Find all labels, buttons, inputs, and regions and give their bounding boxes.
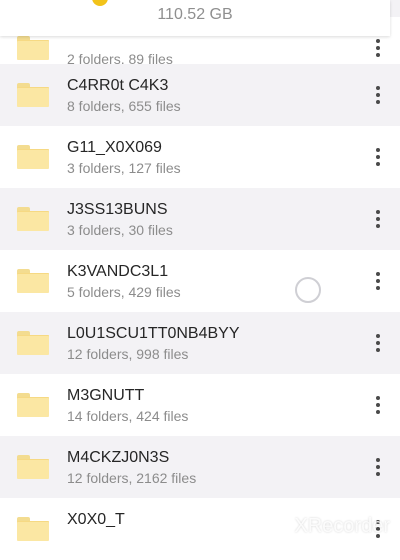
folder-row[interactable]: J3SS13BUNS 3 folders, 30 files [0, 188, 400, 250]
more-options-icon[interactable] [372, 210, 384, 228]
folder-icon [17, 145, 49, 169]
folder-row[interactable]: M3GNUTT 14 folders, 424 files [0, 374, 400, 436]
folder-name: L0U1SCU1TT0NB4BYY [67, 325, 240, 342]
storage-size: 110.52 GB [157, 6, 233, 23]
folder-meta: 5 folders, 429 files [67, 284, 181, 300]
more-options-icon[interactable] [372, 86, 384, 104]
folder-name: J3SS13BUNS [67, 201, 168, 218]
folder-row[interactable]: G11_X0X069 3 folders, 127 files [0, 126, 400, 188]
more-options-icon[interactable] [372, 458, 384, 476]
folder-icon [17, 207, 49, 231]
folder-name: X0X0_T [67, 511, 125, 528]
folder-icon [17, 517, 49, 541]
folder-name: C4RR0t C4K3 [67, 77, 169, 94]
folder-icon [17, 455, 49, 479]
folder-icon [17, 83, 49, 107]
more-options-icon[interactable] [372, 396, 384, 414]
folder-name: K3VANDC3L1 [67, 263, 169, 280]
folder-meta: 14 folders, 424 files [67, 408, 189, 424]
folder-row[interactable]: M4CKZJ0N3S 12 folders, 2162 files [0, 436, 400, 498]
folder-icon [17, 36, 49, 60]
folder-icon [17, 269, 49, 293]
storage-header: 110.52 GB [0, 0, 390, 36]
more-options-icon[interactable] [372, 272, 384, 290]
more-options-icon[interactable] [372, 39, 384, 57]
folder-name: M3GNUTT [67, 387, 145, 404]
folder-meta: 8 folders, 655 files [67, 98, 181, 114]
folder-meta: 3 folders, 127 files [67, 160, 181, 176]
folder-icon [17, 331, 49, 355]
folder-meta: 3 folders, 30 files [67, 222, 173, 238]
folder-row[interactable]: K3VANDC3L1 5 folders, 429 files [0, 250, 400, 312]
folder-icon [17, 393, 49, 417]
more-options-icon[interactable] [372, 148, 384, 166]
folder-meta: 12 folders, 2162 files [67, 470, 197, 486]
folder-row[interactable]: C4RR0t C4K3 8 folders, 655 files [0, 64, 400, 126]
folder-row[interactable]: L0U1SCU1TT0NB4BYY 12 folders, 998 files [0, 312, 400, 374]
more-options-icon[interactable] [372, 334, 384, 352]
folder-name: G11_X0X069 [67, 139, 162, 156]
folder-name: M4CKZJ0N3S [67, 449, 170, 466]
touch-indicator-icon [295, 277, 321, 303]
folder-meta: 12 folders, 998 files [67, 346, 189, 362]
recorder-watermark: XRecorder [294, 515, 390, 537]
